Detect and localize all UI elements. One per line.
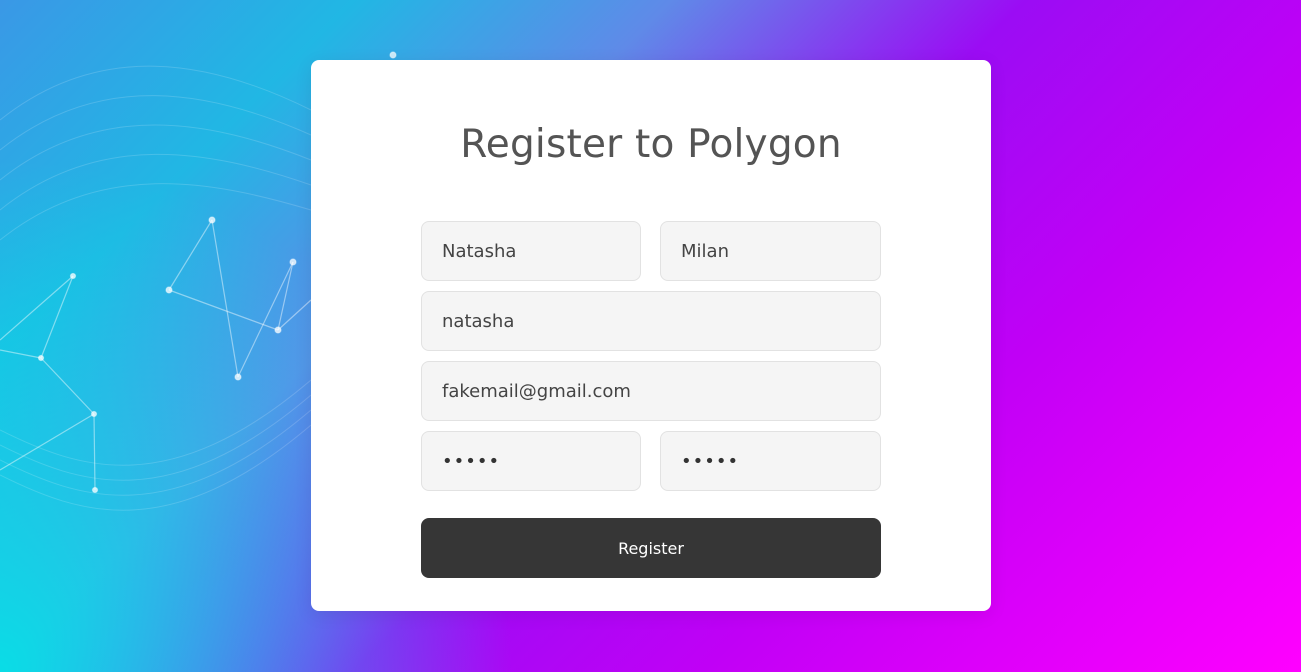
password-field[interactable]: •••••: [421, 431, 641, 491]
register-card: Register to Polygon Natasha Milan natash…: [311, 60, 991, 611]
username-field[interactable]: natasha: [421, 291, 881, 351]
confirm-password-field[interactable]: •••••: [660, 431, 881, 491]
email-field[interactable]: fakemail@gmail.com: [421, 361, 881, 421]
first-name-field[interactable]: Natasha: [421, 221, 641, 281]
page-title: Register to Polygon: [460, 122, 842, 167]
register-button[interactable]: Register: [421, 518, 881, 578]
last-name-field[interactable]: Milan: [660, 221, 881, 281]
